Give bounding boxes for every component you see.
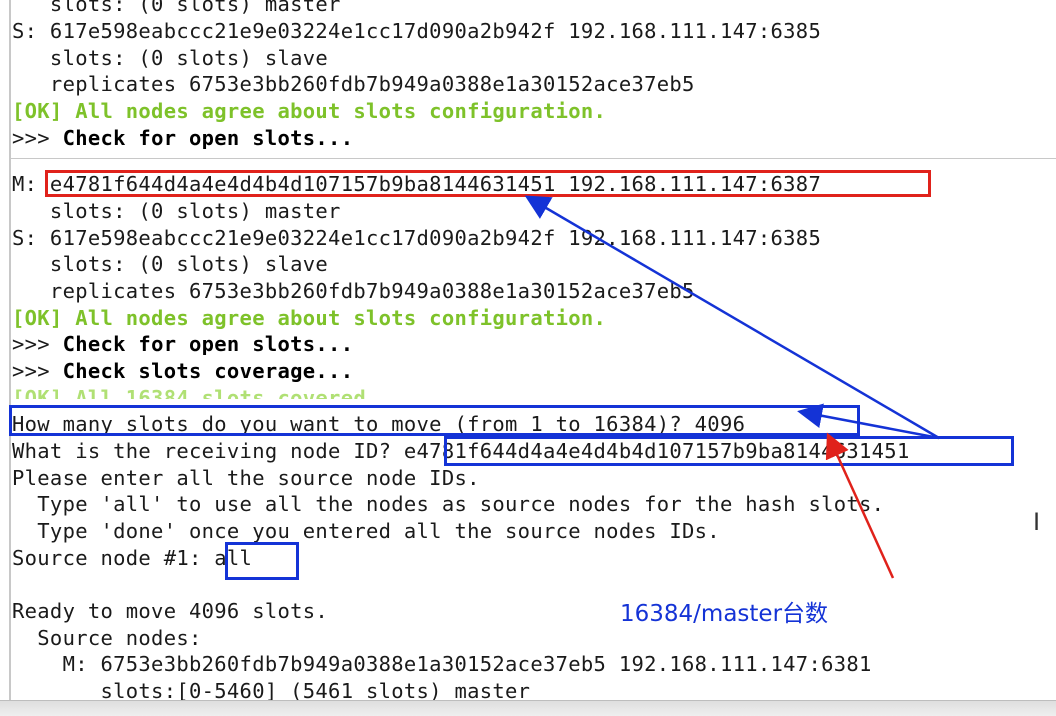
annotation-arrows <box>524 195 940 579</box>
terminal-window[interactable]: slots: (0 slots) master S: 617e598eabccc… <box>0 0 1056 716</box>
window-bottom-bar <box>0 700 1056 716</box>
text-cursor-icon: I <box>1033 508 1041 536</box>
annotation-label: 16384/master台数 <box>620 601 829 627</box>
blue-arrow <box>524 195 940 440</box>
red-arrow <box>825 432 895 579</box>
